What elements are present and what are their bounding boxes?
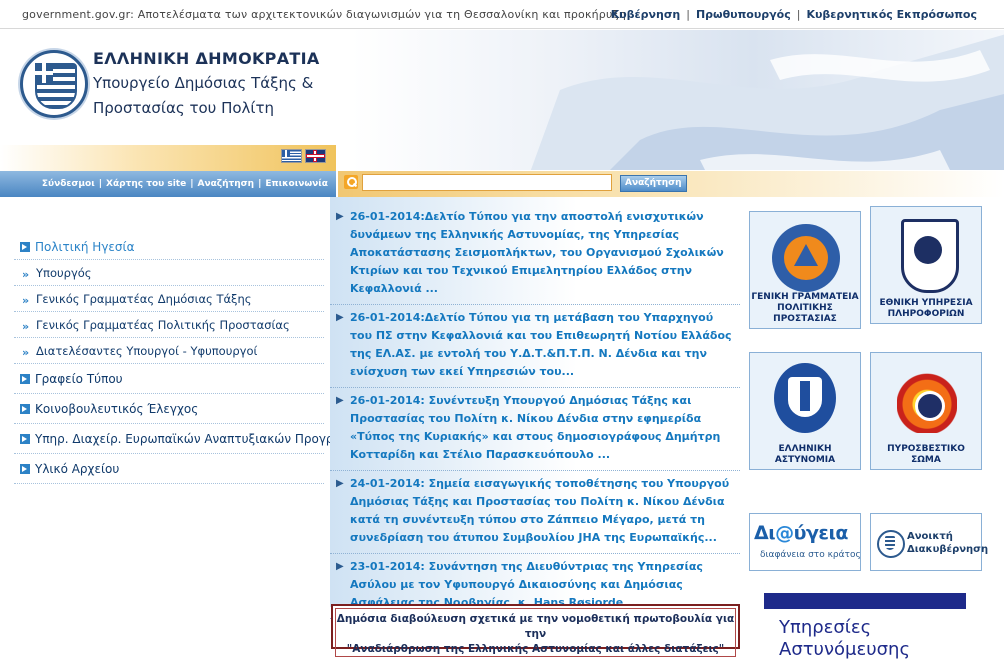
greek-flag-icon[interactable] bbox=[281, 149, 302, 163]
open-government-banner[interactable]: Ανοικτή Διακυβέρνηση bbox=[870, 513, 988, 571]
coat-of-arms-icon bbox=[877, 530, 905, 558]
banner-caption: ΕΘΝΙΚΗ ΥΠΗΡΕΣΙΑ ΠΛΗΡΟΦΟΡΙΩΝ bbox=[879, 298, 973, 319]
arrow-right-icon: ▶ bbox=[336, 395, 344, 406]
chevron-right-icon: » bbox=[22, 320, 30, 333]
arrow-right-icon: ▶ bbox=[336, 561, 344, 572]
arrow-right-icon: ▶ bbox=[336, 478, 344, 489]
menu-item-label: Υπουργός bbox=[36, 266, 92, 280]
intelligence-service-banner[interactable]: ΕΘΝΙΚΗ ΥΠΗΡΕΣΙΑ ΠΛΗΡΟΦΟΡΙΩΝ bbox=[870, 206, 982, 324]
menu-item-label: Γραφείο Τύπου bbox=[35, 372, 123, 386]
search-bar: Αναζήτηση bbox=[338, 171, 1004, 197]
menu-item-label: Υλικό Αρχείου bbox=[35, 462, 120, 476]
utility-nav: Σύνδεσμοι | Χάρτης του site | Αναζήτηση | Επικ… bbox=[0, 171, 336, 197]
civil-protection-logo-icon bbox=[772, 224, 840, 292]
menu-item-parliamentary-control[interactable]: Κοινοβουλευτικός Έλεγχος bbox=[14, 394, 324, 424]
news-item[interactable]: ▶ 24-01-2014: Σημεία εισαγωγικής τοποθέτη… bbox=[330, 471, 740, 554]
nav-contact[interactable]: Επικοινωνία bbox=[265, 179, 328, 189]
left-menu: Πολιτική Ηγεσία » Υπουργός » Γενικός Γρα… bbox=[14, 232, 337, 484]
menu-item-press-office[interactable]: Γραφείο Τύπου bbox=[14, 364, 324, 394]
chevron-right-icon: » bbox=[22, 346, 30, 359]
notice-line2: "Αναδιάρθρωση της Ελληνικής Αστυνομίας κ… bbox=[346, 643, 725, 655]
coat-of-arms-icon[interactable] bbox=[20, 50, 88, 118]
diavgeia-banner[interactable]: Δι@ύγεια διαφάνεια στο κράτος bbox=[749, 513, 861, 571]
search-input[interactable] bbox=[362, 174, 612, 191]
diavgeia-logo: Δι@ύγεια bbox=[754, 522, 848, 544]
arrow-bullet-icon bbox=[20, 374, 30, 384]
hellenic-police-logo-icon bbox=[774, 363, 836, 433]
menu-item-eu-programs[interactable]: Υπηρ. Διαχείρ. Ευρωπαϊκών Αναπτυξιακών Π… bbox=[14, 424, 337, 454]
separator: | bbox=[258, 179, 262, 189]
chevron-right-icon: » bbox=[22, 268, 30, 281]
news-item-text[interactable]: 24-01-2014: Σημεία εισαγωγικής τοποθέτησ… bbox=[350, 477, 729, 544]
police-services-banner[interactable]: Υπηρεσίες Αστυνόμευσης bbox=[764, 593, 966, 660]
fire-service-logo-icon bbox=[897, 361, 957, 433]
arrow-right-icon: ▶ bbox=[336, 312, 344, 323]
news-item-text[interactable]: 26-01-2014: Συνέντευξη Υπουργού Δημόσιας… bbox=[350, 394, 720, 461]
intelligence-service-logo-icon bbox=[901, 219, 959, 293]
greek-flag-banner bbox=[530, 34, 1004, 170]
services-banner-title: Υπηρεσίες bbox=[779, 617, 872, 638]
separator: | bbox=[796, 8, 801, 21]
menu-item-label: Πολιτική Ηγεσία bbox=[35, 240, 135, 254]
menu-subitem-former-ministers[interactable]: » Διατελέσαντες Υπουργοί - Υφυπουργοί bbox=[14, 338, 324, 364]
ministry-title-line2: Προστασίας του Πολίτη bbox=[93, 99, 275, 117]
news-ticker[interactable]: government.gov.gr: Αποτελέσματα των αρχι… bbox=[22, 8, 626, 21]
news-item[interactable]: ▶ 26-01-2014:Δελτίο Τύπου για την αποστολ… bbox=[330, 204, 740, 305]
separator: | bbox=[98, 179, 103, 189]
banner-caption: ΕΛΛΗΝΙΚΗ ΑΣΤΥΝΟΜΙΑ bbox=[774, 444, 836, 465]
menu-item-label: Γενικός Γραμματέας Πολιτικής Προστασίας bbox=[36, 318, 290, 332]
menu-item-label: Γενικός Γραμματέας Δημόσιας Τάξης bbox=[36, 292, 252, 306]
top-bar: government.gov.gr: Αποτελέσματα των αρχι… bbox=[0, 0, 1004, 29]
nav-search[interactable]: Αναζήτηση bbox=[197, 179, 254, 189]
menu-item-label: Υπηρ. Διαχείρ. Ευρωπαϊκών Αναπτυξιακών Π… bbox=[35, 432, 338, 446]
open-government-label: Ανοικτή Διακυβέρνηση bbox=[907, 531, 989, 555]
nav-links[interactable]: Σύνδεσμοι bbox=[42, 179, 95, 189]
search-icon bbox=[344, 175, 358, 189]
menu-subitem-gen-sec-civil-protection[interactable]: » Γενικός Γραμματέας Πολιτικής Προστασία… bbox=[14, 312, 324, 338]
top-links: Κυβέρνηση | Πρωθυπουργός | Κυβερνητικός Εκπρ… bbox=[611, 8, 977, 21]
top-link-prime-minister[interactable]: Πρωθυπουργός bbox=[696, 8, 791, 21]
arrow-bullet-icon bbox=[20, 464, 30, 474]
arrow-bullet-icon bbox=[20, 242, 30, 252]
banner-caption: ΓΕΝΙΚΗ ΓΡΑΜΜΑΤΕΙΑ ΠΟΛΙΤΙΚΗΣ ΠΡΟΣΤΑΣΙΑΣ bbox=[751, 292, 859, 324]
menu-item-label: Διατελέσαντες Υπουργοί - Υφυπουργοί bbox=[36, 344, 258, 358]
services-banner-subtitle: Αστυνόμευσης bbox=[779, 639, 911, 660]
arrow-bullet-icon bbox=[20, 404, 30, 414]
menu-subitem-gen-sec-public-order[interactable]: » Γενικός Γραμματέας Δημόσιας Τάξης bbox=[14, 286, 324, 312]
notice-line1: Δημόσια διαβούλευση σχετικά με την νομοθ… bbox=[336, 613, 735, 640]
news-item[interactable]: ▶ 26-01-2014: Συνέντευξη Υπουργού Δημόσια… bbox=[330, 388, 740, 471]
hellenic-police-banner[interactable]: ΕΛΛΗΝΙΚΗ ΑΣΤΥΝΟΜΙΑ bbox=[749, 352, 861, 470]
separator: | bbox=[686, 8, 690, 21]
uk-flag-icon[interactable] bbox=[305, 149, 326, 163]
news-list: ▶ 26-01-2014:Δελτίο Τύπου για την αποστολ… bbox=[330, 204, 740, 619]
news-item[interactable]: ▶ 26-01-2014:Δελτίο Τύπου για τη μετάβαση… bbox=[330, 305, 740, 388]
top-link-government[interactable]: Κυβέρνηση bbox=[611, 8, 681, 21]
news-item-text[interactable]: 26-01-2014:Δελτίο Τύπου για τη μετάβαση … bbox=[350, 311, 732, 378]
search-button[interactable]: Αναζήτηση bbox=[620, 175, 687, 192]
public-consultation-notice[interactable]: Δημόσια διαβούλευση σχετικά με την νομοθ… bbox=[331, 604, 740, 657]
nav-sitemap[interactable]: Χάρτης του site bbox=[106, 179, 186, 189]
menu-subitem-minister[interactable]: » Υπουργός bbox=[14, 260, 324, 286]
diavgeia-subtitle: διαφάνεια στο κράτος bbox=[760, 550, 861, 560]
language-bar bbox=[0, 145, 336, 171]
banner-caption: ΠΥΡΟΣΒΕΣΤΙΚΟ ΣΩΜΑ bbox=[887, 444, 965, 465]
republic-title: ΕΛΛΗΝΙΚΗ ΔΗΜΟΚΡΑΤΙΑ bbox=[93, 49, 320, 68]
menu-item-label: Κοινοβουλευτικός Έλεγχος bbox=[35, 402, 199, 416]
ministry-title-line1: Υπουργείο Δημόσιας Τάξης & bbox=[93, 74, 314, 92]
arrow-bullet-icon bbox=[20, 434, 30, 444]
news-item-text[interactable]: 23-01-2014: Συνάντηση της Διευθύντριας τ… bbox=[350, 560, 703, 609]
news-item-text[interactable]: 26-01-2014:Δελτίο Τύπου για την αποστολή… bbox=[350, 210, 724, 295]
chevron-right-icon: » bbox=[22, 294, 30, 307]
menu-item-political-leadership[interactable]: Πολιτική Ηγεσία bbox=[14, 232, 324, 260]
separator: | bbox=[190, 179, 194, 189]
top-link-spokesman[interactable]: Κυβερνητικός Εκπρόσωπος bbox=[806, 8, 977, 21]
menu-item-archive[interactable]: Υλικό Αρχείου bbox=[14, 454, 324, 484]
arrow-right-icon: ▶ bbox=[336, 211, 344, 222]
civil-protection-banner[interactable]: ΓΕΝΙΚΗ ΓΡΑΜΜΑΤΕΙΑ ΠΟΛΙΤΙΚΗΣ ΠΡΟΣΤΑΣΙΑΣ bbox=[749, 211, 861, 329]
fire-service-banner[interactable]: ΠΥΡΟΣΒΕΣΤΙΚΟ ΣΩΜΑ bbox=[870, 352, 982, 470]
